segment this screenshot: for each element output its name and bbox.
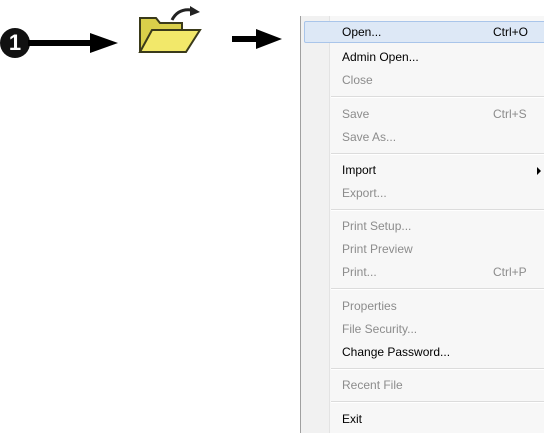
menu-separator [331,401,544,403]
menu-item-label: Close [342,73,373,87]
menu-item-exit[interactable]: Exit [302,408,544,430]
menu-item-change-password[interactable]: Change Password... [302,341,544,363]
menu-item-label: Print Setup... [342,219,412,233]
menu-item-save-as[interactable]: Save As... [302,126,544,148]
menu-item-open[interactable]: Open... Ctrl+O [304,21,544,43]
menu-item-close[interactable]: Close [302,69,544,91]
menu-item-shortcut: Ctrl+P [493,265,527,279]
menu-item-label: Export... [342,186,387,200]
menu-item-admin-open[interactable]: Admin Open... [302,46,544,68]
menu-item-file-security[interactable]: File Security... [302,318,544,340]
menu-item-save[interactable]: Save Ctrl+S [302,103,544,125]
menu-item-label: Open... [342,25,382,39]
menu-item-label: Save [342,107,370,121]
menu-separator [331,288,544,290]
menu-separator [331,153,544,155]
menu-item-label: File Security... [342,322,418,336]
menu-item-print[interactable]: Print... Ctrl+P [302,261,544,283]
menu-item-label: Save As... [342,130,397,144]
menu-item-label: Print Preview [342,242,413,256]
menu-item-label: Change Password... [342,345,451,359]
menu-item-label: Print... [342,265,377,279]
step-number-badge: 1 [0,28,30,58]
menu-item-import[interactable]: Import [302,159,544,181]
menu-item-label: Properties [342,299,397,313]
file-menu: Open... Ctrl+O Admin Open... Close Save … [300,16,544,433]
menu-item-shortcut: Ctrl+O [493,25,529,39]
menu-separator [331,209,544,211]
menu-item-label: Import [342,163,377,177]
right-arrow-icon [28,33,118,53]
menu-item-label: Exit [342,412,363,426]
menu-item-shortcut: Ctrl+S [493,107,527,121]
menu-item-label: Recent File [342,378,403,392]
menu-item-print-preview[interactable]: Print Preview [302,238,544,260]
right-arrow-icon [232,29,282,49]
menu-separator [331,368,544,370]
submenu-arrow-icon [537,167,541,175]
menu-item-export[interactable]: Export... [302,182,544,204]
menu-item-properties[interactable]: Properties [302,295,544,317]
open-folder-icon [138,6,202,53]
menu-separator [331,96,544,98]
menu-item-print-setup[interactable]: Print Setup... [302,215,544,237]
menu-item-label: Admin Open... [342,50,419,64]
menu-item-recent-file[interactable]: Recent File [302,374,544,396]
